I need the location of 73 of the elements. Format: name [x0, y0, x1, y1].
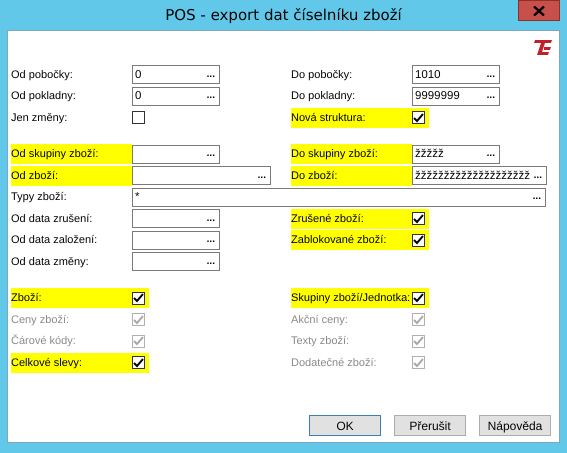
checkmark-icon [413, 235, 424, 246]
browse-button[interactable]: ... [202, 148, 219, 160]
field-label: Od data změny: [11, 254, 90, 270]
field-label: Typy zboží: [11, 190, 68, 206]
browse-button[interactable]: ... [482, 148, 499, 160]
field-label: Od pobočky: [11, 68, 74, 83]
browse-button[interactable]: ... [202, 90, 219, 102]
browse-button[interactable]: ... [202, 212, 219, 225]
field-label: Zboží: [11, 288, 132, 308]
field-label: Do zboží: [291, 166, 412, 186]
window-title: POS - export dat číselníku zboží [165, 6, 402, 24]
input-field[interactable]: ... [132, 230, 220, 250]
checkmark-icon [413, 293, 424, 304]
input-field[interactable]: ... [132, 209, 220, 228]
browse-button[interactable]: ... [202, 234, 219, 246]
input-field[interactable]: 0 ... [132, 65, 220, 84]
input-field[interactable]: ... [132, 252, 220, 272]
dialog-button[interactable]: Nápověda [479, 415, 551, 436]
field-label: Čárové kódy: [11, 333, 77, 350]
browse-button[interactable]: ... [482, 90, 499, 102]
field-label: Jen změny: [11, 110, 68, 126]
dialog-button[interactable]: OK [309, 415, 381, 436]
checkmark-icon [133, 293, 144, 304]
field-label: Nová struktura: [291, 108, 412, 128]
field-label: Ceny zboží: [11, 312, 70, 328]
checkmark-icon [133, 336, 144, 346]
checkmark-icon [133, 358, 144, 368]
browse-button[interactable]: ... [254, 170, 270, 182]
checkbox[interactable] [132, 356, 145, 370]
field-label: Dodatečné zboží: [291, 356, 378, 371]
field-label: Celkové slevy: [11, 352, 132, 373]
checkbox[interactable] [412, 212, 425, 226]
field-label: Do pokladny: [291, 89, 356, 104]
browse-button[interactable]: ... [530, 170, 546, 182]
logo-icon [532, 39, 553, 56]
field-label: Zablokované zboží: [291, 230, 412, 250]
browse-button[interactable]: ... [202, 68, 219, 81]
field-label: Od zboží: [11, 166, 132, 186]
checkbox[interactable] [412, 111, 425, 124]
checkmark-icon [133, 314, 144, 325]
checkbox[interactable] [412, 234, 425, 247]
field-label: Texty zboží: [291, 334, 350, 350]
field-label: Do pobočky: [291, 68, 354, 83]
field-label: Akční ceny: [291, 312, 349, 328]
checkmark-icon [413, 314, 424, 325]
browse-button[interactable]: ... [528, 191, 545, 204]
field-label: Od data zrušení: [11, 212, 94, 227]
close-button[interactable] [518, 0, 560, 21]
checkbox[interactable] [132, 292, 145, 305]
input-field[interactable]: žžžžžžžžžžžžžžžžžžžž ... [412, 166, 547, 186]
field-label: Skupiny zboží/Jednotka: [291, 288, 412, 308]
browse-button[interactable]: ... [202, 256, 219, 268]
checkmark-icon [413, 112, 424, 123]
field-label: Od data založení: [11, 233, 98, 248]
checkbox[interactable] [412, 292, 425, 305]
field-label: Od skupiny zboží: [11, 144, 132, 164]
close-icon [533, 6, 545, 16]
input-field[interactable]: ... [132, 166, 271, 186]
field-label: Zrušené zboží: [291, 208, 412, 229]
checkmark-icon [413, 336, 424, 346]
input-field[interactable]: 1010 ... [412, 65, 500, 84]
input-field[interactable]: 9999999 ... [412, 86, 500, 106]
input-field[interactable]: * ... [132, 188, 546, 207]
checkbox[interactable] [132, 111, 145, 124]
field-label: Do skupiny zboží: [291, 144, 412, 164]
input-field[interactable]: ... [132, 144, 220, 164]
browse-button[interactable]: ... [482, 68, 499, 81]
input-field[interactable]: žžžžž ... [412, 144, 500, 164]
field-label: Od pokladny: [11, 89, 77, 104]
dialog-button[interactable]: Přerušit [394, 415, 466, 436]
checkmark-icon [413, 214, 424, 224]
input-field[interactable]: 0 ... [132, 86, 220, 106]
checkmark-icon [413, 358, 424, 368]
